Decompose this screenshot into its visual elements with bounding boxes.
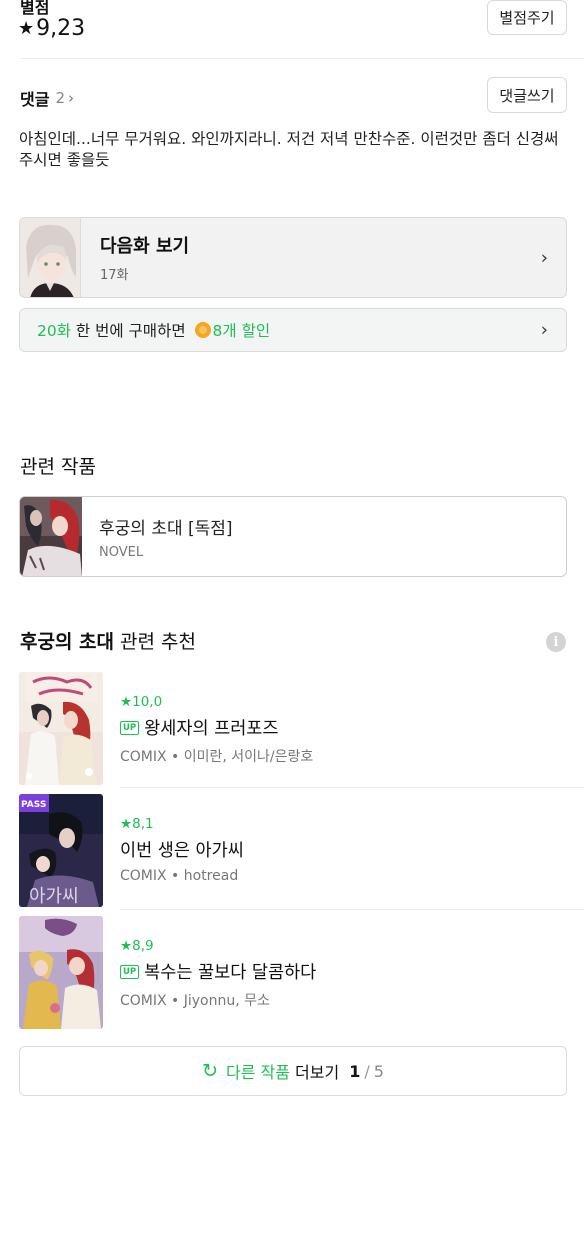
recommendations-title: 후궁의 초대 관련 추천 (20, 627, 196, 654)
related-works-title: 관련 작품 (20, 456, 96, 478)
recommendation-meta: COMIX • 이미란, 서이나/은랑호 (120, 749, 314, 765)
recommendation-meta: COMIX • hotread (120, 868, 239, 884)
next-episode-thumbnail (20, 218, 81, 297)
recommendation-thumbnail (19, 916, 103, 1029)
next-episode-title: 다음화 보기 (100, 236, 190, 257)
divider (20, 58, 584, 59)
chevron-right-icon: › (540, 319, 548, 341)
recommendation-meta: COMIX • Jiyonnu, 무소 (120, 993, 270, 1009)
list-item[interactable]: ★8,9 UP 복수는 꿀보다 달콤하다 COMIX • Jiyonnu, 무소 (19, 916, 584, 1029)
related-work-category: NOVEL (99, 544, 144, 560)
next-episode-card[interactable]: 다음화 보기 17화 › (19, 217, 567, 298)
recommendation-thumbnail: 아가씨 PASS (19, 794, 103, 907)
recommendation-rating: ★10,0 (120, 694, 163, 710)
svg-text:아가씨: 아가씨 (29, 886, 79, 907)
comment-text: 아침인데...너무 무거워요. 와인까지라니. 저건 저녁 만찬수준. 이런것만… (19, 130, 559, 169)
list-item[interactable]: ★10,0 UP 왕세자의 프러포즈 COMIX • 이미란, 서이나/은랑호 (19, 672, 584, 788)
more-label-green: 다른 작품 (225, 1063, 290, 1082)
recommendation-title: 이번 생은 아가씨 (120, 841, 244, 861)
page-total: 5 (373, 1061, 384, 1081)
recommendation-rating: ★8,1 (120, 816, 154, 832)
bulk-purchase-banner[interactable]: 20화 한 번에 구매하면 8개 할인 › (19, 308, 567, 352)
up-badge: UP (120, 964, 140, 979)
comments-title: 댓글 (20, 90, 50, 109)
more-works-button[interactable]: ↻ 다른 작품 더보기 1 / 5 (19, 1046, 567, 1096)
coin-icon (194, 322, 211, 338)
related-work-thumbnail (20, 497, 82, 576)
related-work-title: 후궁의 초대 [독점] (99, 518, 233, 539)
page-current: 1 (349, 1061, 361, 1081)
next-episode-number: 17화 (100, 268, 129, 283)
rating-value: 9,23 (36, 16, 86, 41)
comments-header[interactable]: 댓글 2 › (20, 86, 74, 110)
list-item[interactable]: 아가씨 PASS ★8,1 이번 생은 아가씨 COMIX • hotread (19, 794, 584, 910)
up-badge: UP (120, 720, 140, 735)
bulk-episodes: 20화 (37, 322, 71, 340)
pass-badge: PASS (21, 800, 46, 810)
write-comment-button[interactable]: 댓글쓰기 (487, 77, 567, 113)
bulk-text: 한 번에 구매하면 (70, 322, 191, 340)
rating-score: ★ 9,23 (18, 16, 85, 41)
recommendation-rating: ★8,9 (120, 938, 154, 954)
divider (120, 787, 584, 788)
rate-button[interactable]: 별점주기 (487, 0, 567, 35)
bulk-discount: 8개 할인 (212, 322, 271, 340)
page-separator: / (364, 1061, 370, 1081)
chevron-right-icon: › (68, 89, 74, 107)
refresh-icon: ↻ (202, 1060, 218, 1082)
comments-count: 2 (55, 89, 65, 107)
related-work-card[interactable]: 후궁의 초대 [독점] NOVEL (19, 496, 567, 577)
divider (120, 909, 584, 910)
recommendation-thumbnail (19, 672, 103, 785)
more-label: 더보기 (289, 1063, 340, 1082)
recommendations-title-work: 후궁의 초대 (20, 631, 115, 653)
star-icon: ★ (18, 18, 35, 39)
recommendation-title: 왕세자의 프러포즈 (144, 719, 279, 739)
recommendation-title: 복수는 꿀보다 달콤하다 (144, 963, 317, 983)
chevron-right-icon: › (540, 247, 548, 268)
info-icon[interactable]: i (546, 632, 566, 652)
recommendations-title-rest: 관련 추천 (120, 631, 196, 653)
